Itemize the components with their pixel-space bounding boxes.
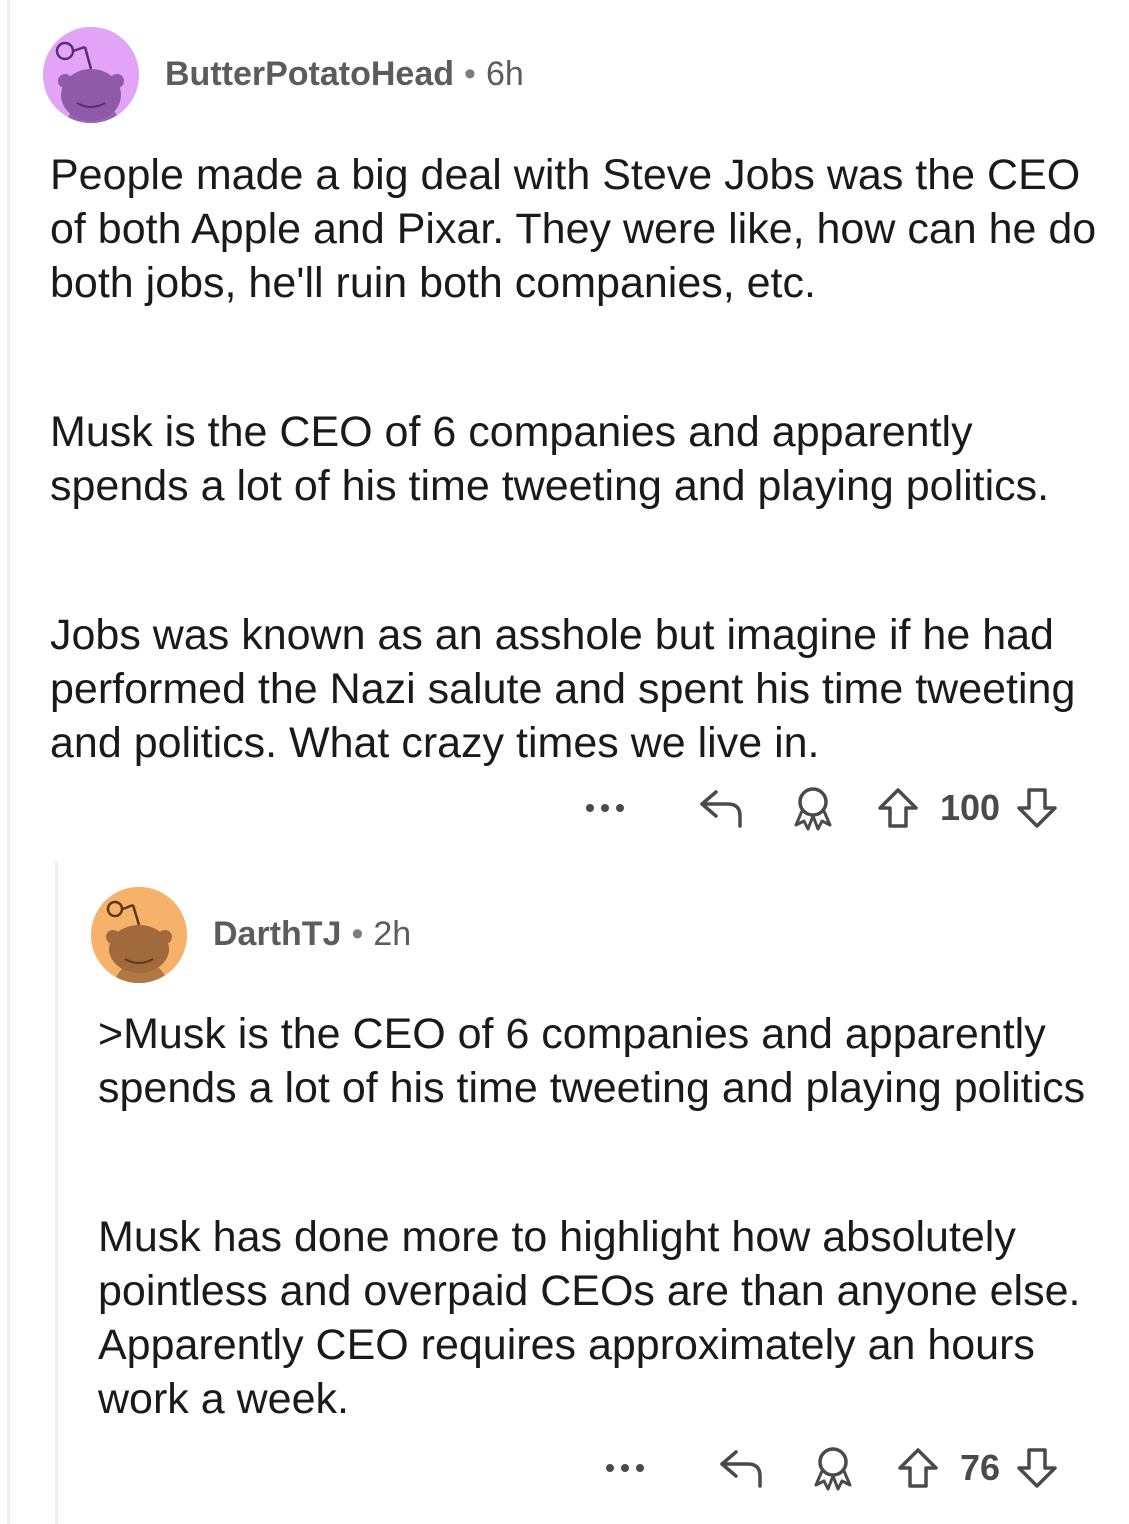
reply-arrow-icon[interactable]	[694, 1446, 790, 1490]
comment-paragraph: Musk is the CEO of 6 companies and appar…	[50, 408, 1050, 510]
award-icon[interactable]	[798, 1445, 868, 1491]
meta-separator: •	[464, 55, 476, 93]
award-icon[interactable]	[778, 785, 848, 831]
comment-paragraph: >Musk is the CEO of 6 companies and appa…	[98, 1010, 1086, 1112]
vote-score: 100	[940, 787, 1001, 828]
comment-age: 2h	[373, 915, 412, 953]
ellipsis-icon[interactable]	[600, 1463, 650, 1473]
downvote-arrow-icon[interactable]	[1012, 1446, 1062, 1490]
comment-actions: 76	[600, 1438, 1080, 1498]
thread-line-top	[7, 0, 10, 1524]
user-avatar[interactable]	[43, 27, 139, 123]
upvote-arrow-icon[interactable]	[868, 786, 928, 830]
meta-separator: •	[351, 915, 364, 953]
comment-paragraph: People made a big deal with Steve Jobs w…	[50, 151, 1097, 307]
user-avatar[interactable]	[91, 887, 187, 983]
downvote-arrow-icon[interactable]	[1012, 786, 1062, 830]
reply-arrow-icon[interactable]	[674, 786, 770, 830]
comment-paragraph: Jobs was known as an asshole but imagine…	[50, 611, 1076, 767]
username[interactable]: ButterPotatoHead	[165, 55, 454, 93]
snoo-avatar-icon	[91, 887, 187, 983]
comment-butterpotatohead: ButterPotatoHead • 6h	[43, 27, 1103, 123]
comment-age: 6h	[485, 55, 524, 93]
thread-line-reply	[55, 862, 58, 1524]
upvote-arrow-icon[interactable]	[888, 1446, 948, 1490]
comment-header: ButterPotatoHead • 6h	[43, 27, 1103, 123]
ellipsis-icon[interactable]	[580, 803, 630, 813]
comment-paragraph: Musk has done more to highlight how abso…	[98, 1213, 1081, 1423]
snoo-avatar-icon	[43, 27, 139, 123]
username[interactable]: DarthTJ	[213, 915, 341, 953]
vote-score: 76	[960, 1447, 1001, 1488]
comment-header: DarthTJ • 2h	[91, 887, 1101, 983]
comment-actions: 100	[580, 778, 1080, 838]
comment-darthtj: DarthTJ • 2h	[91, 887, 1101, 983]
